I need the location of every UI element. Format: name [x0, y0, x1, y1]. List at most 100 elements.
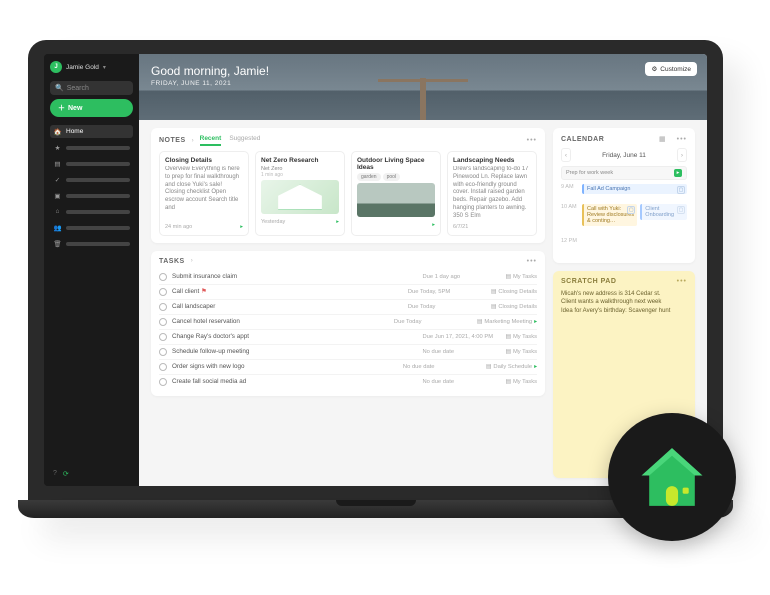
- sidebar: J Jamie Gold ▾ 🔍 Search ＋ New 🏠Home ★ ▤ …: [44, 54, 139, 486]
- new-label: New: [68, 105, 82, 112]
- placeholder: [66, 226, 130, 230]
- sidebar-item-tasks[interactable]: ✓: [50, 173, 133, 186]
- scratchpad-text[interactable]: Micah's new address is 314 Cedar st. Cli…: [561, 290, 687, 315]
- note-icon: ▤: [505, 274, 510, 280]
- customize-button[interactable]: ⚙Customize: [645, 62, 697, 76]
- more-icon[interactable]: •••: [677, 136, 687, 143]
- task-checkbox[interactable]: [159, 288, 167, 296]
- task-due: No due date: [422, 379, 500, 385]
- calendar-event[interactable]: Call with Yuki: Review disclosures & con…: [582, 204, 637, 226]
- task-due: Due Today: [408, 304, 486, 310]
- note-card[interactable]: Landscaping Needs Drew's landscaping to-…: [447, 151, 537, 236]
- chevron-down-icon: ▾: [103, 64, 106, 71]
- chevron-right-icon[interactable]: ›: [192, 138, 194, 144]
- note-meta: 6/7/21: [453, 224, 468, 230]
- sidebar-item-shared[interactable]: 👥: [50, 221, 133, 234]
- event-title: Prep for work week: [566, 170, 613, 176]
- hour-label: 9 AM: [561, 184, 579, 190]
- event-link-icon[interactable]: ▢: [677, 206, 685, 214]
- more-icon[interactable]: •••: [527, 137, 537, 144]
- note-title: Closing Details: [165, 157, 243, 164]
- share-icon: 👥: [53, 223, 62, 232]
- user-menu[interactable]: J Jamie Gold ▾: [50, 61, 133, 73]
- task-due: Due Jun 17, 2021, 4:00 PM: [422, 334, 500, 340]
- plus-icon: ＋: [58, 103, 65, 113]
- placeholder: [66, 178, 130, 182]
- sidebar-item-tags[interactable]: ⌂: [50, 205, 133, 218]
- task-row[interactable]: Submit insurance claim Due 1 day ago ▤My…: [159, 270, 537, 284]
- note-icon: ▤: [491, 304, 496, 310]
- task-list-ref: ▤Closing Details: [491, 304, 537, 310]
- note-icon: ▤: [505, 379, 510, 385]
- user-name: Jamie Gold: [66, 64, 99, 71]
- hour-label: 10 AM: [561, 204, 579, 210]
- task-list-ref: ▤My Tasks: [505, 334, 537, 340]
- task-checkbox[interactable]: [159, 318, 167, 326]
- sidebar-item-notebooks[interactable]: ▣: [50, 189, 133, 202]
- home-badge: [608, 413, 736, 541]
- task-row[interactable]: Call client ⚑ Due Today, 5PM ▤Closing De…: [159, 284, 537, 299]
- new-button[interactable]: ＋ New: [50, 99, 133, 117]
- tab-suggested[interactable]: Suggested: [229, 135, 260, 146]
- sidebar-item-notes[interactable]: ▤: [50, 157, 133, 170]
- scratchpad-title: SCRATCH PAD: [561, 278, 616, 285]
- trash-icon: 🗑: [53, 239, 62, 248]
- task-list: Submit insurance claim Due 1 day ago ▤My…: [159, 270, 537, 389]
- allday-event[interactable]: Prep for work week ▸: [561, 166, 687, 180]
- calendar-event[interactable]: Client Onboarding▢: [640, 204, 687, 220]
- calendar-event[interactable]: Fall Ad Campaign ▢: [582, 184, 687, 194]
- task-checkbox[interactable]: [159, 363, 167, 371]
- task-checkbox[interactable]: [159, 273, 167, 281]
- note-title: Net Zero Research: [261, 157, 339, 164]
- task-row[interactable]: Change Ray's doctor's appt Due Jun 17, 2…: [159, 329, 537, 344]
- share-icon: ▸: [534, 319, 537, 325]
- search-placeholder: Search: [67, 85, 89, 92]
- calendar-toggle-icon[interactable]: ▦: [659, 135, 667, 143]
- more-icon[interactable]: •••: [527, 258, 537, 265]
- placeholder: [66, 194, 130, 198]
- task-due: No due date: [422, 349, 500, 355]
- note-cards: Closing Details Overview Everything is h…: [159, 151, 537, 236]
- app-screen: J Jamie Gold ▾ 🔍 Search ＋ New 🏠Home ★ ▤ …: [44, 54, 707, 486]
- hour-label: 12 PM: [561, 238, 579, 244]
- note-icon: ▤: [491, 289, 496, 295]
- tab-recent[interactable]: Recent: [200, 135, 222, 146]
- event-link-icon[interactable]: ▢: [677, 186, 685, 194]
- event-action-icon[interactable]: ▸: [674, 169, 682, 177]
- check-icon: ✓: [53, 175, 62, 184]
- task-row[interactable]: Order signs with new logo No due date ▤D…: [159, 359, 537, 374]
- search-input[interactable]: 🔍 Search: [50, 81, 133, 95]
- task-list-ref: ▤Closing Details: [491, 289, 537, 295]
- task-due: Due Today: [394, 319, 472, 325]
- next-day-button[interactable]: ›: [677, 148, 687, 162]
- task-row[interactable]: Call landscaper Due Today ▤Closing Detai…: [159, 299, 537, 314]
- task-row[interactable]: Schedule follow-up meeting No due date ▤…: [159, 344, 537, 359]
- sidebar-item-shortcuts[interactable]: ★: [50, 141, 133, 154]
- task-list-ref: ▤Marketing Meeting ▸: [477, 319, 537, 325]
- sidebar-item-home[interactable]: 🏠Home: [50, 125, 133, 138]
- help-icon[interactable]: ?: [53, 470, 57, 478]
- task-row[interactable]: Create fall social media ad No due date …: [159, 374, 537, 389]
- note-card[interactable]: Outdoor Living Space Ideas gardenpool ▸: [351, 151, 441, 236]
- task-checkbox[interactable]: [159, 348, 167, 356]
- event-link-icon[interactable]: ▢: [627, 206, 635, 214]
- task-checkbox[interactable]: [159, 303, 167, 311]
- task-row[interactable]: Cancel hotel reservation Due Today ▤Mark…: [159, 314, 537, 329]
- note-card[interactable]: Closing Details Overview Everything is h…: [159, 151, 249, 236]
- prev-day-button[interactable]: ‹: [561, 148, 571, 162]
- event-title: Fall Ad Campaign: [587, 186, 630, 192]
- more-icon[interactable]: •••: [677, 278, 687, 285]
- sidebar-item-trash[interactable]: 🗑: [50, 237, 133, 250]
- task-name: Order signs with new logo: [172, 363, 398, 370]
- chevron-right-icon[interactable]: ›: [191, 258, 193, 264]
- sync-icon[interactable]: ⟳: [63, 470, 69, 478]
- placeholder: [66, 242, 130, 246]
- task-checkbox[interactable]: [159, 333, 167, 341]
- task-name: Call landscaper: [172, 303, 403, 310]
- task-due: Due 1 day ago: [422, 274, 500, 280]
- task-due: Due Today, 5PM: [408, 289, 486, 295]
- task-checkbox[interactable]: [159, 378, 167, 386]
- customize-label: Customize: [660, 66, 691, 73]
- tasks-title: TASKS: [159, 258, 185, 265]
- note-card[interactable]: Net Zero Research Net Zero 1 min ago Yes…: [255, 151, 345, 236]
